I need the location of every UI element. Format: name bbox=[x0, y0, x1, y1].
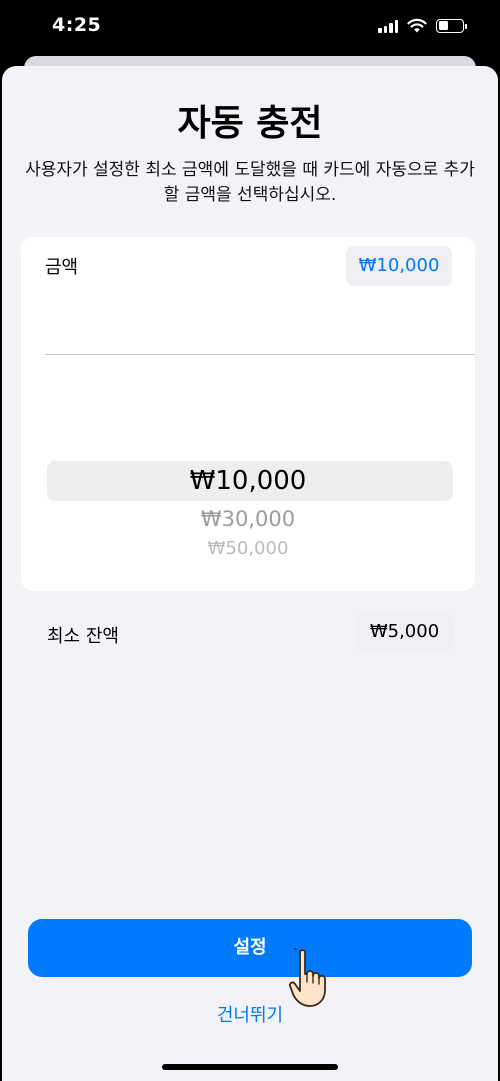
home-indicator bbox=[162, 1064, 338, 1070]
signal-icon bbox=[378, 19, 398, 33]
picker-option[interactable]: ₩30,000 bbox=[21, 507, 475, 531]
status-icons bbox=[378, 18, 467, 33]
status-bar: 4:25 bbox=[0, 0, 500, 56]
battery-icon bbox=[436, 18, 467, 33]
wifi-icon bbox=[407, 18, 427, 33]
amount-label: 금액 bbox=[45, 257, 79, 278]
page-description: 사용자가 설정한 최소 금액에 도달했을 때 카드에 자동으로 추가할 금액을 … bbox=[25, 160, 475, 205]
picker-option-selected[interactable]: ₩10,000 bbox=[21, 466, 475, 496]
row-divider bbox=[45, 354, 475, 355]
set-button[interactable]: 설정 bbox=[28, 919, 472, 977]
amount-value-button[interactable]: ₩10,000 bbox=[346, 246, 452, 286]
status-time: 4:25 bbox=[52, 14, 102, 36]
min-balance-label: 최소 잔액 bbox=[47, 626, 119, 647]
skip-link[interactable]: 건너뛰기 bbox=[0, 1001, 500, 1027]
picker-option[interactable]: ₩50,000 bbox=[21, 538, 475, 559]
amount-picker[interactable]: ₩10,000 ₩30,000 ₩50,000 bbox=[21, 440, 475, 580]
tap-hand-icon bbox=[288, 945, 340, 1014]
page-title: 자동 충전 bbox=[177, 103, 323, 144]
min-balance-value-button[interactable]: ₩5,000 bbox=[356, 612, 453, 652]
